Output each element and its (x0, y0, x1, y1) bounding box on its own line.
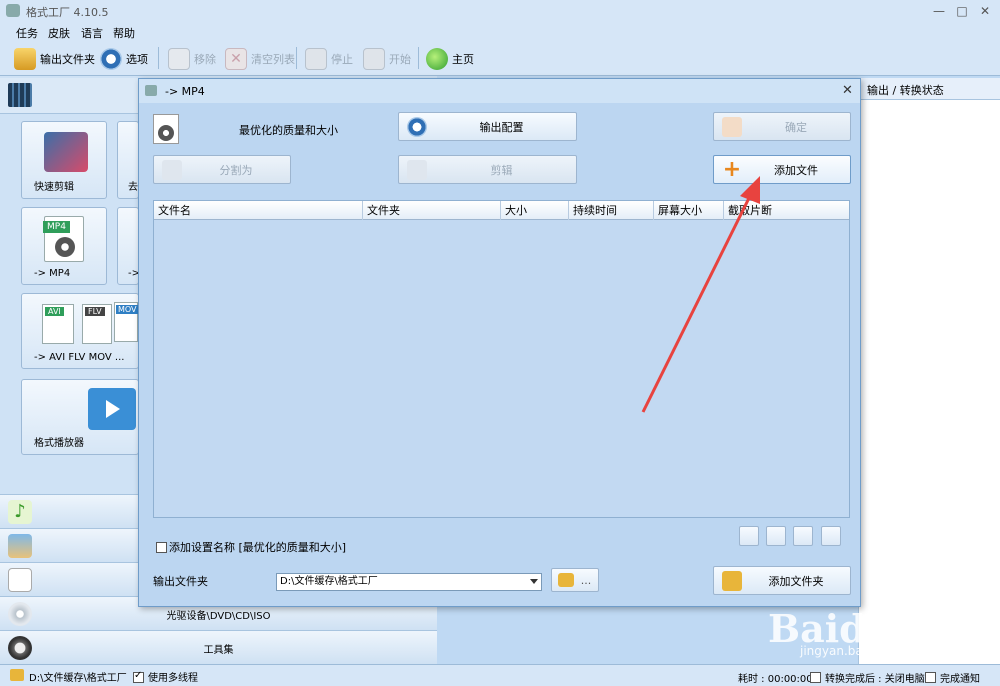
stop-icon (305, 48, 327, 70)
elapsed-time: 耗时 : 00:00:00 (738, 674, 813, 685)
toolbar (0, 42, 1000, 76)
table-header: 文件名 文件夹 大小 持续时间 屏幕大小 截取片断 (154, 201, 849, 220)
status-bar: D:\文件缓存\格式工厂 使用多线程 耗时 : 00:00:00 转换完成后 :… (0, 664, 1000, 686)
gear-icon (100, 48, 122, 70)
multithread-checkbox[interactable] (133, 670, 144, 683)
minimize-button[interactable]: — (930, 3, 948, 19)
tile-quick-cut[interactable]: 快速剪辑 (21, 121, 107, 199)
menu-language[interactable]: 语言 (81, 25, 103, 41)
after-convert-label: 转换完成后 : 关闭电脑 (825, 674, 925, 685)
menu-task[interactable]: 任务 (16, 25, 38, 41)
output-folder-select[interactable]: D:\文件缓存\格式工厂 (276, 573, 542, 591)
tile-partial[interactable]: 去 (117, 121, 139, 199)
notify-label: 完成通知 (940, 674, 980, 685)
clear-icon: ✕ (225, 48, 247, 70)
add-folder-icon (722, 570, 742, 591)
options-button[interactable]: 选项 (100, 47, 148, 71)
split-button[interactable]: 分割为 (153, 155, 291, 184)
chevron-down-icon (530, 579, 538, 584)
reel-icon (55, 237, 75, 257)
after-convert-checkbox[interactable] (810, 670, 821, 683)
tile-to-mp4[interactable]: MP4 -> MP4 (21, 207, 107, 285)
split-icon (162, 159, 182, 180)
output-status-header: 输出 / 转换状态 (858, 78, 1000, 100)
ok-button[interactable]: 确定 (713, 112, 851, 141)
menu-bar (0, 22, 1000, 42)
add-setting-name-checkbox[interactable] (156, 540, 167, 553)
title-bar (0, 0, 1000, 22)
window-title: 格式工厂 4.10.5 (26, 6, 109, 19)
output-folder-label: 输出文件夹 (153, 575, 208, 588)
browse-folder-button[interactable]: ... (551, 568, 599, 592)
toolbar-separator (296, 47, 297, 69)
folder-icon (14, 48, 36, 70)
multithread-label: 使用多线程 (148, 673, 198, 684)
mp4-file-icon: MP4 (43, 216, 84, 262)
output-path: D:\文件缓存\格式工厂 (29, 673, 127, 684)
cut-icon (407, 159, 427, 180)
add-folder-button[interactable]: 添加文件夹 (713, 566, 851, 595)
folder-icon[interactable] (10, 669, 24, 681)
close-button[interactable]: ✕ (976, 3, 994, 19)
toolbar-separator (158, 47, 159, 69)
confirm-icon (722, 116, 742, 137)
app-icon (145, 85, 157, 96)
column-screen-size[interactable]: 屏幕大小 (654, 201, 724, 220)
start-button[interactable]: 开始 (363, 47, 411, 71)
output-folder-button[interactable]: 输出文件夹 (14, 47, 95, 71)
add-setting-name-label: 添加设置名称 [最优化的质量和大小] (169, 541, 347, 554)
stop-button[interactable]: 停止 (305, 47, 353, 71)
info-item-button[interactable] (821, 526, 841, 546)
start-icon (363, 48, 385, 70)
dialog-close-button[interactable]: ✕ (842, 83, 853, 98)
menu-help[interactable]: 帮助 (113, 25, 135, 41)
tile-to-avi-flv-mov[interactable]: AVI FLV MOV -> AVI FLV MOV ... (21, 293, 139, 369)
globe-icon (426, 48, 448, 70)
category-tools[interactable]: 工具集 (0, 630, 437, 664)
player-icon (88, 388, 136, 430)
app-icon (6, 4, 20, 17)
quick-cut-icon (44, 132, 88, 172)
column-duration[interactable]: 持续时间 (569, 201, 654, 220)
avi-file-icon: AVI (42, 304, 74, 344)
toolbar-separator (418, 47, 419, 69)
tile-partial[interactable]: -> (117, 207, 140, 285)
column-size[interactable]: 大小 (501, 201, 569, 220)
music-note-icon: ♪ (8, 500, 32, 524)
document-icon (8, 568, 32, 592)
file-table[interactable]: 文件名 文件夹 大小 持续时间 屏幕大小 截取片断 (153, 200, 850, 518)
flv-file-icon: FLV (82, 304, 112, 344)
maximize-button[interactable]: □ (953, 3, 971, 19)
column-clip[interactable]: 截取片断 (724, 201, 849, 220)
output-status-panel (858, 100, 1000, 664)
column-folder[interactable]: 文件夹 (363, 201, 501, 220)
mov-file-icon: MOV (114, 302, 139, 342)
clear-items-button[interactable] (766, 526, 786, 546)
picture-icon (8, 534, 32, 558)
watermark-logo: Baidu经验 (768, 606, 970, 651)
quality-label: 最优化的质量和大小 (239, 124, 338, 137)
cut-button[interactable]: 剪辑 (398, 155, 577, 184)
folder-icon (558, 573, 574, 587)
notify-checkbox[interactable] (925, 670, 936, 683)
convert-dialog: -> MP4 ✕ 最优化的质量和大小 输出配置 确定 分割为 剪辑 + 添加文件… (138, 78, 861, 607)
mp4-profile-icon (153, 114, 179, 144)
gear-icon (407, 116, 427, 137)
menu-skin[interactable]: 皮肤 (48, 25, 70, 41)
tile-format-player[interactable]: 格式播放器 (21, 379, 139, 455)
dialog-title: -> MP4 (165, 85, 205, 98)
remove-button[interactable]: 移除 (168, 47, 216, 71)
play-item-button[interactable] (793, 526, 813, 546)
clear-list-button[interactable]: ✕ 清空列表 (225, 47, 295, 71)
remove-item-button[interactable] (739, 526, 759, 546)
home-button[interactable]: 主页 (426, 47, 474, 71)
remove-icon (168, 48, 190, 70)
add-file-button[interactable]: + 添加文件 (713, 155, 851, 184)
film-icon (8, 83, 32, 107)
output-config-button[interactable]: 输出配置 (398, 112, 577, 141)
watermark-url: jingyan.baidu.com (800, 644, 911, 658)
plus-icon: + (722, 156, 742, 182)
column-filename[interactable]: 文件名 (154, 201, 363, 220)
dialog-title-bar: -> MP4 ✕ (139, 79, 860, 103)
